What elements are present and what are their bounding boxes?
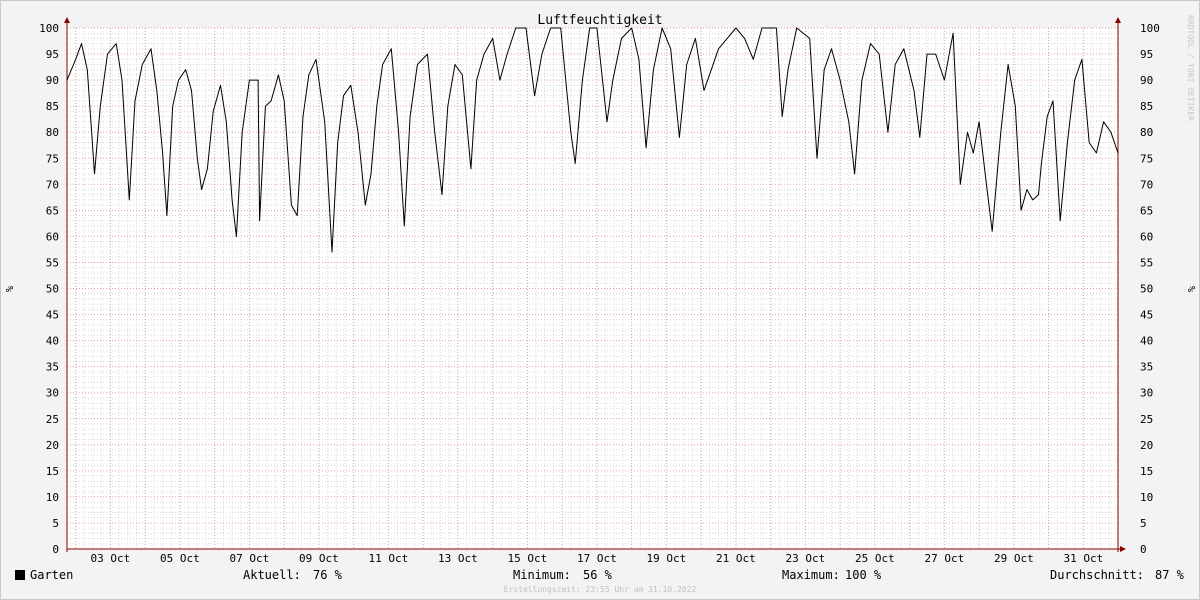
- footer-timestamp: Erstellungszeit: 23:55 Uhr am 31.10.2022: [503, 585, 697, 594]
- y-tick-label: 55: [46, 256, 59, 269]
- y-tick-label: 40: [1140, 335, 1153, 348]
- y-tick-label: 10: [46, 491, 59, 504]
- y-tick-label: 25: [1140, 413, 1153, 426]
- y-tick-label: 0: [1140, 543, 1147, 556]
- y-tick-label: 60: [1140, 230, 1153, 243]
- y-axis-arrow-right: [1115, 17, 1121, 23]
- legend-current-label: Aktuell:: [243, 568, 301, 582]
- y-tick-label: 95: [1140, 48, 1153, 61]
- y-tick-label: 20: [46, 439, 59, 452]
- x-tick-label: 07 Oct: [230, 552, 270, 565]
- y-tick-label: 0: [52, 543, 59, 556]
- legend-avg-label: Durchschnitt:: [1050, 568, 1144, 582]
- y-tick-label: 30: [46, 387, 59, 400]
- y-tick-label: 70: [46, 178, 59, 191]
- humidity-chart: 0510152025303540455055606570758085909510…: [5, 13, 1196, 565]
- y-tick-label: 45: [46, 309, 59, 322]
- x-tick-label: 29 Oct: [994, 552, 1034, 565]
- y-tick-label: 75: [46, 152, 59, 165]
- legend-max-value: 100 %: [845, 568, 882, 582]
- legend-min-value: 56 %: [583, 568, 612, 582]
- y-tick-label: 15: [1140, 465, 1153, 478]
- y-tick-label: 20: [1140, 439, 1153, 452]
- y-tick-label: 35: [1140, 361, 1153, 374]
- y-tick-label: 15: [46, 465, 59, 478]
- y-tick-label: 30: [1140, 387, 1153, 400]
- legend-series-name: Garten: [30, 568, 74, 582]
- y-tick-label: 95: [46, 48, 59, 61]
- legend-avg-value: 87 %: [1155, 568, 1184, 582]
- legend-swatch: [15, 570, 25, 580]
- x-tick-label: 19 Oct: [647, 552, 687, 565]
- y-tick-label: 5: [1140, 517, 1147, 530]
- y-tick-label: 55: [1140, 256, 1153, 269]
- y-tick-label: 75: [1140, 152, 1153, 165]
- x-tick-label: 05 Oct: [160, 552, 200, 565]
- side-brand: RRDTOOL / TOBI OETIKER: [1186, 15, 1195, 121]
- y-tick-label: 10: [1140, 491, 1153, 504]
- y-tick-label: 80: [1140, 126, 1153, 139]
- x-tick-labels: 03 Oct 05 Oct 07 Oct 09 Oct 11 Oct 13 Oct 15 O…: [91, 552, 1104, 565]
- y-tick-label: 65: [46, 204, 59, 217]
- x-tick-label: 21 Oct: [716, 552, 756, 565]
- x-tick-label: 15 Oct: [508, 552, 548, 565]
- y-tick-label: 45: [1140, 309, 1153, 322]
- x-tick-label: 17 Oct: [577, 552, 617, 565]
- y-axis-label-left: %: [5, 286, 16, 292]
- y-tick-label: 50: [46, 283, 59, 296]
- y-tick-label: 70: [1140, 178, 1153, 191]
- y-tick-labels-right: 0 5 10 15 20 25 30 35 40 45 50 55 60 65 70 75 80 85 90 95 10…: [1140, 22, 1160, 556]
- y-tick-label: 25: [46, 413, 59, 426]
- y-tick-label: 100: [39, 22, 59, 35]
- x-tick-label: 23 Oct: [786, 552, 826, 565]
- y-tick-label: 80: [46, 126, 59, 139]
- y-tick-labels-left: 0 5 10 15 20 25 30 35 40 45 50 55 60 65 70 75 80 85 90 95 10…: [39, 22, 59, 556]
- x-tick-label: 11 Oct: [369, 552, 409, 565]
- y-tick-label: 90: [46, 74, 59, 87]
- legend: Garten Aktuell: 76 % Minimum: 56 % Maxim…: [0, 566, 1200, 586]
- y-axis-label-right: %: [1185, 286, 1196, 292]
- x-tick-label: 25 Oct: [855, 552, 895, 565]
- x-tick-label: 13 Oct: [438, 552, 478, 565]
- y-tick-label: 5: [52, 517, 59, 530]
- x-tick-label: 03 Oct: [91, 552, 131, 565]
- y-tick-label: 60: [46, 230, 59, 243]
- y-tick-label: 100: [1140, 22, 1160, 35]
- y-tick-label: 35: [46, 361, 59, 374]
- x-tick-label: 27 Oct: [925, 552, 965, 565]
- chart-title: Luftfeuchtigkeit: [537, 13, 662, 28]
- y-tick-label: 40: [46, 335, 59, 348]
- legend-current-value: 76 %: [313, 568, 342, 582]
- y-tick-label: 50: [1140, 283, 1153, 296]
- legend-min-label: Minimum:: [513, 568, 571, 582]
- y-tick-label: 65: [1140, 204, 1153, 217]
- y-axis-arrow-left: [64, 17, 70, 23]
- x-tick-label: 31 Oct: [1063, 552, 1103, 565]
- y-tick-label: 85: [46, 100, 59, 113]
- x-tick-label: 09 Oct: [299, 552, 339, 565]
- y-tick-label: 85: [1140, 100, 1153, 113]
- y-tick-label: 90: [1140, 74, 1153, 87]
- x-axis-arrow: [1120, 546, 1126, 552]
- legend-max-label: Maximum:: [782, 568, 840, 582]
